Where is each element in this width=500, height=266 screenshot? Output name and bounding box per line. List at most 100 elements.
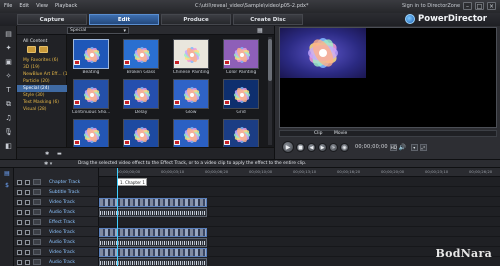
timeline-ruler[interactable]: 00;00;00;00 00;00;03;10 00;00;06;20 00;00;1… xyxy=(99,168,500,177)
effect-thumbnail[interactable] xyxy=(223,39,259,69)
track-enable-checkbox[interactable] xyxy=(17,180,22,185)
audio-clip[interactable] xyxy=(99,208,207,217)
tab-edit[interactable]: Edit xyxy=(89,14,159,25)
transition-room-icon[interactable]: ⧉ xyxy=(4,100,13,109)
particle-room-icon[interactable]: ✧ xyxy=(4,72,13,81)
category-item[interactable]: Special (24) xyxy=(17,85,67,92)
minimize-icon[interactable]: – xyxy=(463,2,472,10)
track-enable-checkbox[interactable] xyxy=(17,260,22,265)
new-folder-icon[interactable] xyxy=(39,46,48,53)
track-lock-checkbox[interactable] xyxy=(25,240,30,245)
fast-forward-button[interactable]: » xyxy=(329,142,338,152)
directorzone-signin-link[interactable]: Sign in to DirectorZone xyxy=(402,0,460,13)
movie-mode-button[interactable]: Movie xyxy=(334,131,347,136)
video-clip[interactable] xyxy=(99,248,207,257)
track-lock-checkbox[interactable] xyxy=(25,230,30,235)
category-item[interactable]: NewBlue Art Eff... (13) xyxy=(17,71,67,78)
track-lock-checkbox[interactable] xyxy=(25,210,30,215)
effect-thumbnail[interactable] xyxy=(123,39,159,69)
storyboard-view-icon[interactable]: $ xyxy=(3,182,11,190)
track-enable-checkbox[interactable] xyxy=(17,230,22,235)
tab-create-disc[interactable]: Create Disc xyxy=(233,14,303,25)
track-enable-checkbox[interactable] xyxy=(17,240,22,245)
effect-thumbnail[interactable] xyxy=(223,119,259,149)
effect-thumbnail[interactable] xyxy=(73,119,109,149)
chapter-room-icon[interactable]: ◧ xyxy=(4,142,13,151)
close-icon[interactable]: × xyxy=(487,2,496,10)
chapter-marker[interactable]: 1. Chapter 1 xyxy=(117,178,147,186)
effect-track-lane[interactable] xyxy=(99,217,500,227)
video-clip[interactable] xyxy=(99,198,207,207)
track-lock-checkbox[interactable] xyxy=(25,220,30,225)
effect-tile[interactable]: Beating xyxy=(71,39,111,78)
video-track-lane[interactable] xyxy=(99,197,500,207)
track-enable-checkbox[interactable] xyxy=(17,200,22,205)
audio-track-lane[interactable] xyxy=(99,237,500,247)
effect-tile[interactable]: Chinese Painting xyxy=(171,39,211,78)
audio-clip[interactable] xyxy=(99,238,207,247)
audio-clip[interactable] xyxy=(99,258,207,266)
track-lock-checkbox[interactable] xyxy=(25,190,30,195)
tab-capture[interactable]: Capture xyxy=(17,14,87,25)
snapshot-button[interactable]: ◉ xyxy=(340,142,349,152)
library-scrollbar[interactable] xyxy=(268,37,272,145)
subtitle-track-lane[interactable] xyxy=(99,187,500,197)
effect-tile[interactable]: Color Painting xyxy=(221,39,261,78)
track-lock-checkbox[interactable] xyxy=(25,200,30,205)
audio-mixing-room-icon[interactable]: ♫ xyxy=(4,114,13,123)
media-room-icon[interactable]: ▤ xyxy=(4,30,13,39)
category-item[interactable]: Particle (20) xyxy=(17,78,67,85)
effect-tile[interactable]: Broken Glass xyxy=(121,39,161,78)
settings-icon[interactable]: ▾ xyxy=(410,143,418,151)
volume-icon[interactable]: 🔊 xyxy=(399,144,409,151)
zoom-out-icon[interactable]: ✱ xyxy=(45,150,49,158)
next-frame-button[interactable]: ▶ xyxy=(318,142,327,152)
menu-playback[interactable]: Playback xyxy=(55,0,77,13)
effect-thumbnail[interactable] xyxy=(123,79,159,109)
chapter-track-lane[interactable]: 1. Chapter 1 xyxy=(99,177,500,187)
title-room-icon[interactable]: T xyxy=(4,86,13,95)
effect-thumbnail[interactable] xyxy=(123,119,159,149)
video-clip[interactable] xyxy=(99,228,207,237)
track-lock-checkbox[interactable] xyxy=(25,250,30,255)
pip-room-icon[interactable]: ▣ xyxy=(4,58,13,67)
category-item[interactable]: 3D (19) xyxy=(17,64,67,71)
menu-view[interactable]: View xyxy=(36,0,48,13)
voice-over-room-icon[interactable]: 🎙 xyxy=(4,128,13,137)
all-content-label[interactable]: All Content xyxy=(23,39,47,44)
playhead[interactable] xyxy=(117,168,118,266)
effect-tile[interactable]: Glow xyxy=(171,79,211,118)
category-item[interactable]: Text Masking (6) xyxy=(17,99,67,106)
play-button[interactable]: ▶ xyxy=(282,141,294,153)
tab-produce[interactable]: Produce xyxy=(161,14,231,25)
video-track-lane[interactable] xyxy=(99,227,500,237)
category-item[interactable]: My Favorites (6) xyxy=(17,57,67,64)
effect-thumbnail[interactable] xyxy=(173,119,209,149)
folder-icon[interactable] xyxy=(27,46,36,53)
effect-tile[interactable]: Delay xyxy=(121,79,161,118)
effect-thumbnail[interactable] xyxy=(73,39,109,69)
category-item[interactable]: Style (30) xyxy=(17,92,67,99)
track-enable-checkbox[interactable] xyxy=(17,190,22,195)
effect-thumbnail[interactable] xyxy=(223,79,259,109)
track-enable-checkbox[interactable] xyxy=(17,220,22,225)
effect-thumbnail[interactable] xyxy=(73,79,109,109)
clip-mode-button[interactable]: Clip xyxy=(314,131,323,136)
previous-frame-button[interactable]: ◀ xyxy=(307,142,316,152)
timeline-view-icon[interactable]: ▤ xyxy=(3,170,11,178)
maximize-icon[interactable]: □ xyxy=(475,2,484,10)
audio-track-lane[interactable] xyxy=(99,207,500,217)
track-lock-checkbox[interactable] xyxy=(25,260,30,265)
undock-icon[interactable]: ⤢ xyxy=(419,143,427,151)
category-item[interactable]: Visual (28) xyxy=(17,106,67,113)
library-scrollbar-thumb[interactable] xyxy=(268,39,272,81)
track-lock-checkbox[interactable] xyxy=(25,180,30,185)
track-enable-checkbox[interactable] xyxy=(17,250,22,255)
effect-thumbnail[interactable] xyxy=(173,79,209,109)
grid-view-icon[interactable]: ▦ xyxy=(257,27,263,34)
effect-room-icon[interactable]: ✦ xyxy=(4,44,13,53)
menu-file[interactable]: File xyxy=(4,0,12,13)
stop-button[interactable]: ■ xyxy=(296,142,305,152)
menu-edit[interactable]: Edit xyxy=(19,0,29,13)
effect-thumbnail[interactable] xyxy=(173,39,209,69)
